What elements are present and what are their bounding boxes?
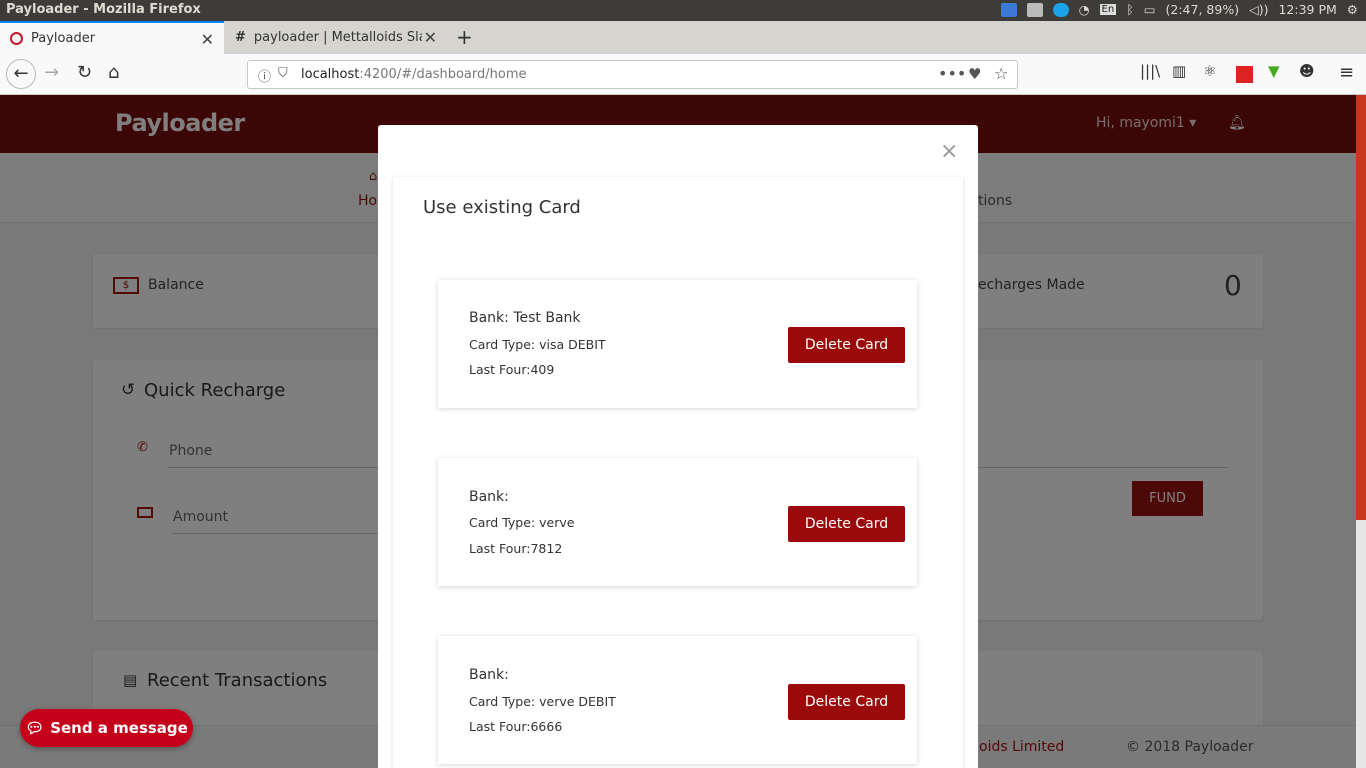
os-top-bar: Payloader - Mozilla Firefox ◔ En ᛒ ▭ (2:… xyxy=(0,0,1366,21)
saved-card: Bank: Test Bank Card Type: visa DEBIT La… xyxy=(438,280,917,408)
modal-title: Use existing Card xyxy=(423,197,581,218)
card-last-four: Last Four:7812 xyxy=(469,541,563,556)
downloader-extension-icon[interactable]: ▼ xyxy=(1268,62,1280,80)
card-last-four: Last Four:409 xyxy=(469,362,555,377)
tab-strip: Payloader ✕ # payloader | Mettalloids Sl… xyxy=(0,21,1366,54)
info-icon[interactable]: ⓘ xyxy=(258,66,271,85)
download-icon[interactable] xyxy=(1000,2,1017,17)
tab-payloader[interactable]: Payloader ✕ xyxy=(0,21,224,54)
skype-icon[interactable] xyxy=(1052,2,1069,17)
back-icon[interactable]: ← xyxy=(6,59,36,89)
card-last-four: Last Four:6666 xyxy=(469,719,563,734)
delete-card-button[interactable]: Delete Card xyxy=(788,506,905,542)
delete-card-button[interactable]: Delete Card xyxy=(788,327,905,363)
system-tray: ◔ En ᛒ ▭ (2:47, 89%) ◁)) 12:39 PM ⚙ xyxy=(1000,2,1358,17)
new-tab-icon[interactable]: + xyxy=(456,25,473,49)
card-bank: Bank: xyxy=(469,667,509,683)
close-modal-icon[interactable]: × xyxy=(940,139,958,164)
notes-icon[interactable] xyxy=(1026,2,1043,17)
card-type: Card Type: verve DEBIT xyxy=(469,694,616,709)
volume-icon[interactable]: ◁)) xyxy=(1249,2,1268,17)
tab-slack[interactable]: # payloader | Mettalloids Slac ✕ xyxy=(225,21,447,54)
chat-label: Send a message xyxy=(50,719,188,737)
opera-icon xyxy=(10,32,23,45)
url-host: localhost xyxy=(301,67,360,82)
bluetooth-icon[interactable]: ᛒ xyxy=(1126,2,1134,17)
pocket-icon[interactable]: ♥ xyxy=(968,65,981,83)
send-message-button[interactable]: 💬︎ Send a message xyxy=(20,709,193,747)
user-extension-icon[interactable]: ☻ xyxy=(1299,62,1315,80)
wifi-icon[interactable]: ◔ xyxy=(1079,2,1090,17)
sidebar-icon[interactable]: ▥ xyxy=(1172,62,1186,80)
card-type: Card Type: visa DEBIT xyxy=(469,337,606,352)
card-type: Card Type: verve xyxy=(469,515,575,530)
url-bar[interactable]: ⓘ ⛉ localhost:4200/#/dashboard/home ••• … xyxy=(247,60,1018,89)
scrollbar-thumb[interactable] xyxy=(1356,95,1366,520)
library-icon[interactable]: |||\ xyxy=(1140,62,1160,80)
window-title: Payloader - Mozilla Firefox xyxy=(6,2,201,17)
battery-icon[interactable]: ▭ xyxy=(1144,2,1156,17)
tab-label: Payloader xyxy=(31,31,96,46)
chat-bubble-icon: 💬︎ xyxy=(25,719,45,737)
battery-status[interactable]: (2:47, 89%) xyxy=(1166,2,1240,17)
home-icon[interactable]: ⌂ xyxy=(108,62,119,83)
card-bank: Bank: xyxy=(469,489,509,505)
clock[interactable]: 12:39 PM xyxy=(1278,2,1336,17)
keyboard-layout[interactable]: En xyxy=(1099,4,1117,15)
delete-card-button[interactable]: Delete Card xyxy=(788,684,905,720)
url-path: :4200/#/dashboard/home xyxy=(359,67,527,82)
close-tab-icon[interactable]: ✕ xyxy=(424,28,437,47)
tab-label: payloader | Mettalloids Slac xyxy=(253,30,422,45)
card-bank: Bank: Test Bank xyxy=(469,310,581,326)
hash-icon: # xyxy=(235,30,246,45)
react-devtools-icon[interactable]: ⚛ xyxy=(1203,62,1216,80)
pdf-extension-icon[interactable] xyxy=(1236,66,1253,83)
saved-card: Bank: Card Type: verve DEBIT Last Four:6… xyxy=(438,636,917,764)
url-text[interactable]: localhost:4200/#/dashboard/home xyxy=(301,67,526,82)
menu-icon[interactable]: ≡ xyxy=(1339,62,1354,83)
reload-icon[interactable]: ↻ xyxy=(77,62,92,83)
forward-icon[interactable]: → xyxy=(44,62,59,83)
bookmark-star-icon[interactable]: ☆ xyxy=(994,64,1008,83)
saved-card: Bank: Card Type: verve Last Four:7812 De… xyxy=(438,458,917,586)
shield-icon[interactable]: ⛉ xyxy=(278,66,288,81)
close-tab-icon[interactable]: ✕ xyxy=(201,30,214,49)
page-actions-icon[interactable]: ••• xyxy=(938,64,966,83)
settings-gear-icon[interactable]: ⚙ xyxy=(1347,2,1358,17)
